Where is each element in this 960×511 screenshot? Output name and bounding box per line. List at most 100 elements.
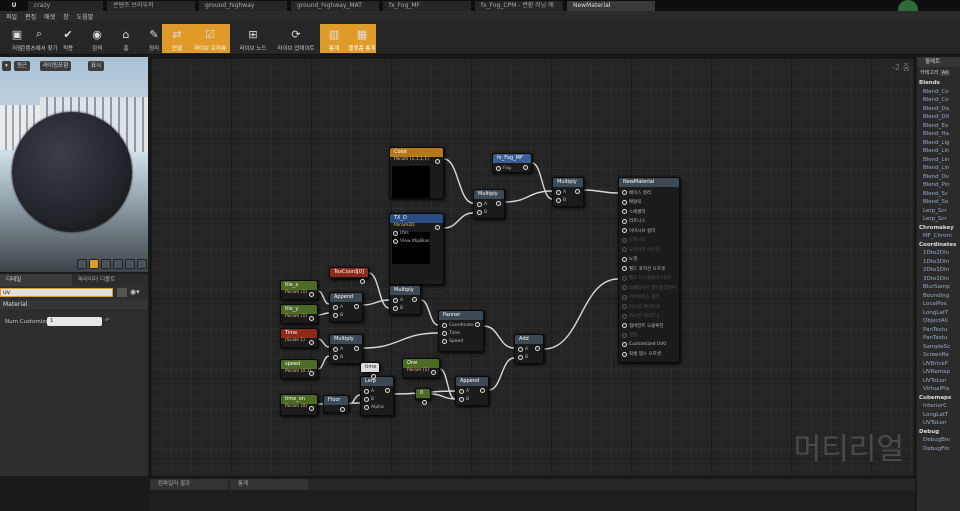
tab-level[interactable]: crazy — [28, 0, 103, 11]
palette-item[interactable]: UVRemap — [917, 368, 960, 377]
palette-item[interactable]: Blend_Sc — [917, 190, 960, 199]
palette-item[interactable]: Blend_Pin — [917, 181, 960, 190]
input-pin[interactable] — [393, 298, 398, 303]
palette-item[interactable]: DebugFlo — [917, 445, 960, 454]
input-pin[interactable] — [333, 355, 338, 360]
palette-item[interactable]: LocalPos — [917, 300, 960, 309]
input-pin[interactable] — [622, 351, 627, 357]
output-pin[interactable] — [385, 388, 390, 393]
node-result[interactable]: NewMaterial 베이스 컬러 메탈릭 스페큘러 러프니스 이미시브 컬러 오파시티 오… — [618, 177, 680, 363]
reset-arrow-icon[interactable]: ↶ — [105, 317, 110, 324]
input-pin[interactable] — [556, 190, 561, 195]
node-append1[interactable]: Append A B — [329, 292, 363, 322]
preview-plane-icon[interactable] — [101, 259, 111, 269]
input-pin[interactable] — [622, 323, 627, 328]
input-pin[interactable] — [622, 228, 627, 233]
input-pin[interactable] — [333, 305, 338, 310]
menu-help[interactable]: 도움말 — [73, 12, 98, 21]
input-pin[interactable] — [622, 332, 627, 338]
output-pin[interactable] — [475, 322, 480, 327]
input-pin[interactable] — [622, 313, 627, 319]
palette-item[interactable]: Blend_Ov — [917, 173, 960, 182]
palette-item[interactable]: 3Dto1DIn — [917, 275, 960, 284]
output-pin[interactable] — [354, 304, 359, 309]
output-pin[interactable] — [431, 370, 436, 375]
node-fogmf[interactable]: fx_Fog_MF Fog — [492, 153, 532, 173]
output-pin[interactable] — [412, 297, 417, 302]
output-pin[interactable] — [496, 201, 501, 206]
output-pin[interactable] — [309, 340, 314, 345]
output-pin[interactable] — [480, 388, 485, 393]
input-pin[interactable] — [622, 275, 627, 281]
input-pin[interactable] — [496, 166, 501, 171]
input-pin[interactable] — [333, 313, 338, 318]
input-pin[interactable] — [442, 323, 447, 328]
palette-item[interactable]: UVBrickP — [917, 360, 960, 369]
palette-item[interactable]: InteriorC — [917, 402, 960, 411]
toolbar-preview-button[interactable]: ☑ 라이브 프리뷰 — [190, 24, 230, 53]
input-pin[interactable] — [622, 237, 627, 243]
input-pin[interactable] — [393, 231, 398, 236]
palette-item[interactable]: 2Dto1DIn — [917, 266, 960, 275]
material-section-header[interactable]: Material — [0, 300, 148, 309]
input-pin[interactable] — [622, 209, 627, 214]
palette-item[interactable]: Bounding — [917, 292, 960, 301]
tab-parameter-defaults[interactable]: 파라미터 디폴트 — [72, 274, 121, 286]
palette-item[interactable]: LongLatT — [917, 309, 960, 318]
palette-item[interactable]: UVToLon — [917, 377, 960, 386]
input-pin[interactable] — [518, 355, 523, 360]
node-floor[interactable]: Floor — [323, 395, 349, 413]
palette-item[interactable]: Blend_Ex — [917, 122, 960, 131]
perspective-button[interactable]: 원근 — [14, 61, 31, 71]
tab-content-browser[interactable]: 콘텐츠 브라우저 — [107, 0, 195, 11]
show-button[interactable]: 표시 — [88, 61, 105, 71]
palette-item[interactable]: BlurSamp — [917, 283, 960, 292]
palette-item[interactable]: Blend_Lig — [917, 139, 960, 148]
node-tilex[interactable]: tile_x Param (1) — [280, 280, 318, 300]
input-pin[interactable] — [622, 342, 627, 347]
node-speed[interactable]: speed Param (0.1) — [280, 359, 318, 379]
node-panner[interactable]: Panner Coordinate Time Speed — [438, 310, 484, 352]
palette-category[interactable]: Coordinates — [917, 241, 960, 250]
input-pin[interactable] — [442, 331, 447, 336]
input-pin[interactable] — [518, 347, 523, 352]
output-pin[interactable] — [422, 400, 427, 405]
preview-cylinder-icon[interactable] — [77, 259, 87, 269]
palette-item[interactable]: 1Dto2DIn — [917, 249, 960, 258]
palette-item[interactable]: Blend_So — [917, 198, 960, 207]
node-mul1[interactable]: Multiply A B — [473, 189, 505, 219]
input-pin[interactable] — [622, 199, 627, 205]
node-mul2[interactable]: Multiply A B — [552, 177, 584, 207]
output-pin[interactable] — [371, 374, 376, 379]
preview-settings-icon[interactable] — [137, 259, 147, 269]
toolbar-live-update-button[interactable]: ⟳ 라이브 업데이트 — [276, 24, 316, 53]
input-pin[interactable] — [477, 202, 482, 207]
output-pin[interactable] — [360, 279, 365, 284]
node-one[interactable]: One Param (1) — [402, 358, 440, 378]
input-pin[interactable] — [442, 339, 447, 344]
tab-newmaterial[interactable]: NewMaterial — [567, 0, 655, 11]
palette-category[interactable]: Debug — [917, 428, 960, 437]
node-color[interactable]: Color Param (1,1,1,1) — [389, 147, 444, 199]
input-pin[interactable] — [622, 218, 627, 224]
preview-cube-icon[interactable] — [113, 259, 123, 269]
palette-item[interactable]: ObjectAli — [917, 317, 960, 326]
output-pin[interactable] — [354, 346, 359, 351]
node-mul3[interactable]: Multiply A B — [389, 285, 421, 315]
palette-category[interactable]: Cubemaps — [917, 394, 960, 403]
palette-item[interactable]: VirtualPla — [917, 385, 960, 394]
input-pin[interactable] — [393, 239, 398, 244]
toolbar-platform-stats-button[interactable]: ▦ 플랫폼 통계 — [348, 24, 376, 53]
viewport-menu-button[interactable]: ▾ — [2, 61, 11, 71]
input-pin[interactable] — [477, 210, 482, 215]
output-pin[interactable] — [340, 407, 345, 412]
menu-edit[interactable]: 편집 — [21, 12, 40, 21]
palette-item[interactable]: DebugBin — [917, 436, 960, 445]
details-search-input[interactable]: uv — [0, 288, 113, 297]
palette-item[interactable]: Blend_Lin — [917, 156, 960, 165]
node-mul4[interactable]: Multiply A B — [329, 334, 363, 364]
output-pin[interactable] — [535, 346, 540, 351]
menu-asset[interactable]: 애셋 — [40, 12, 59, 21]
palette-item[interactable]: Blend_Co — [917, 96, 960, 105]
palette-item[interactable]: LongLatT — [917, 411, 960, 420]
